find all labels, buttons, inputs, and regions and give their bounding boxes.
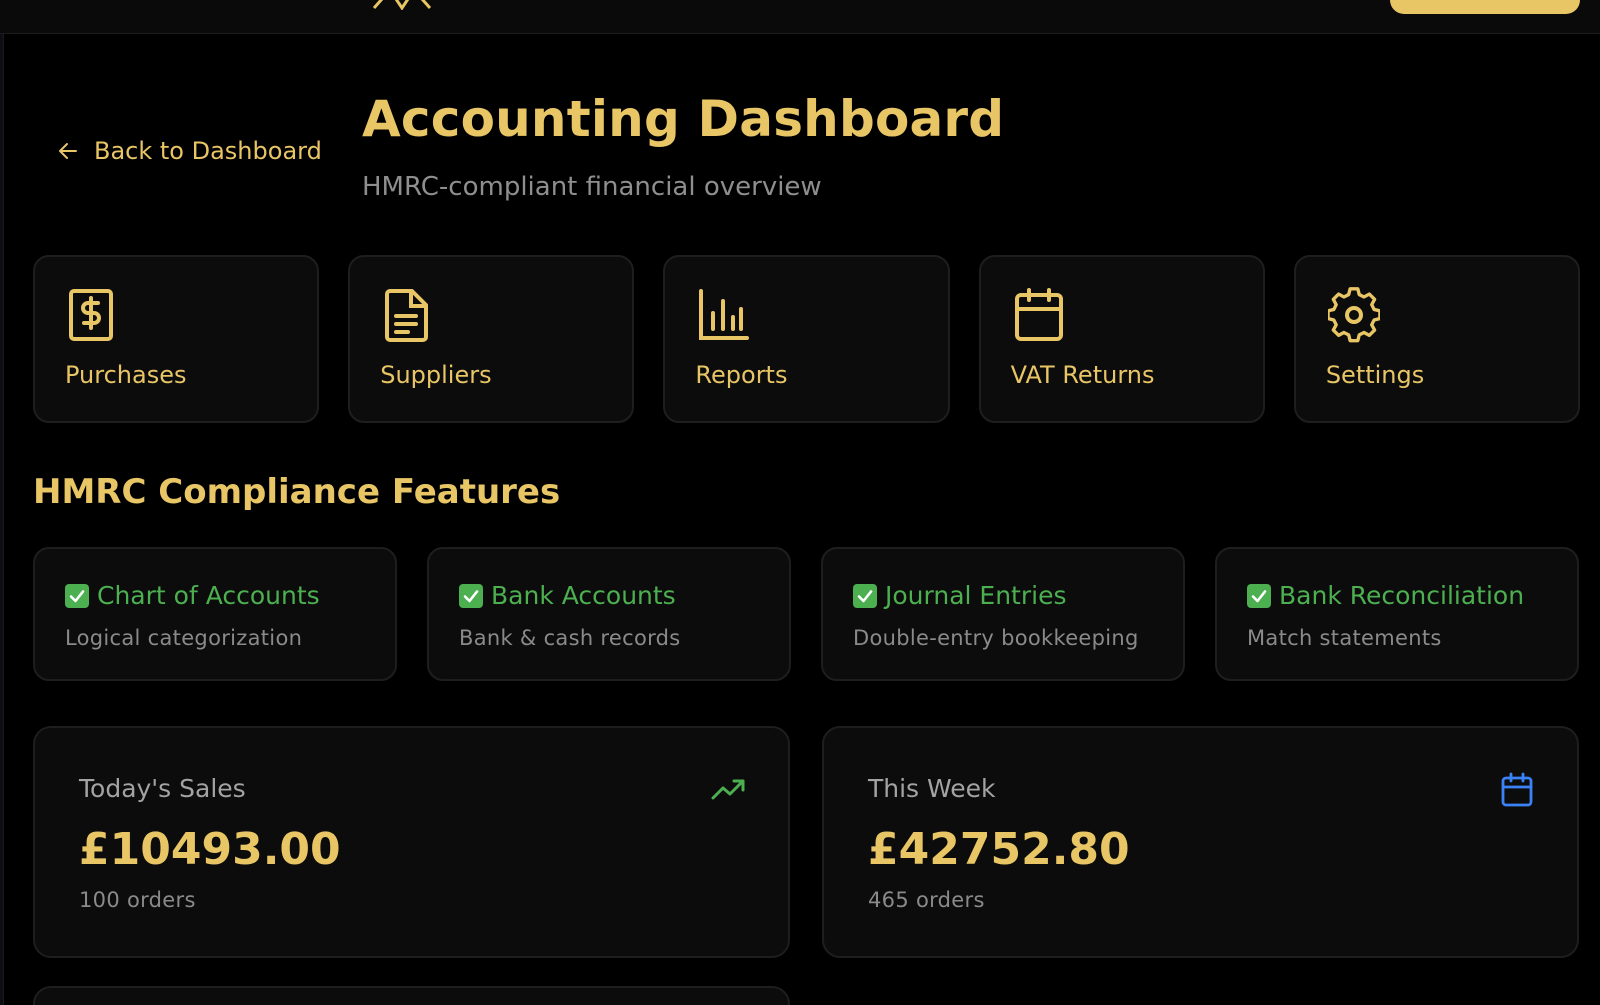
back-link-label: Back to Dashboard (94, 137, 322, 165)
tile-label: Settings (1325, 361, 1425, 389)
feature-title: Chart of Accounts (97, 581, 320, 610)
back-to-dashboard-link[interactable]: Back to Dashboard (56, 134, 322, 168)
tile-label: Suppliers (380, 361, 492, 389)
stat-value: £10493.00 (79, 824, 341, 875)
feature-title: Journal Entries (885, 581, 1067, 610)
window-edge (0, 34, 4, 1005)
checkmark-icon (65, 583, 89, 608)
trending-up-icon (710, 772, 746, 808)
tile-label: Purchases (65, 361, 187, 389)
feature-card-chart-of-accounts[interactable]: Chart of Accounts Logical categorization (33, 547, 397, 681)
checkmark-icon (853, 583, 877, 608)
feature-card-bank-accounts[interactable]: Bank Accounts Bank & cash records (427, 547, 791, 681)
feature-card-journal-entries[interactable]: Journal Entries Double-entry bookkeeping (821, 547, 1185, 681)
page-subtitle: HMRC-compliant financial overview (362, 172, 822, 202)
feature-title: Bank Reconciliation (1279, 581, 1525, 610)
tile-vat-returns[interactable]: VAT Returns (978, 255, 1265, 423)
stat-card-todays-sales: Today's Sales £10493.00 100 orders (33, 726, 790, 958)
feature-description: Logical categorization (65, 626, 303, 650)
gear-icon (1326, 287, 1382, 343)
stat-label: Today's Sales (79, 774, 246, 803)
checkmark-icon (1247, 583, 1271, 608)
stat-orders-count: 100 orders (79, 888, 196, 912)
quick-nav-tiles: Purchases Suppliers Reports VAT Returns … (33, 255, 1581, 423)
tile-reports[interactable]: Reports (663, 255, 950, 423)
arrow-left-icon (59, 143, 77, 159)
bar-chart-icon (697, 287, 750, 343)
feature-card-bank-reconciliation[interactable]: Bank Reconciliation Match statements (1215, 547, 1579, 681)
tile-suppliers[interactable]: Suppliers (348, 255, 635, 423)
sales-stats: Today's Sales £10493.00 100 orders This … (33, 726, 1580, 958)
stat-orders-count: 465 orders (868, 888, 985, 912)
tile-settings[interactable]: Settings (1293, 255, 1581, 423)
receipt-dollar-icon (67, 287, 119, 343)
feature-description: Bank & cash records (459, 626, 681, 650)
brand-logo-icon[interactable] (370, 0, 434, 10)
calendar-icon (1013, 287, 1065, 343)
tile-label: Reports (695, 361, 788, 389)
document-icon (382, 287, 434, 343)
stat-value: £42752.80 (868, 824, 1130, 875)
tile-label: VAT Returns (1010, 361, 1155, 389)
next-stat-card-partial (33, 986, 790, 1005)
compliance-section-title: HMRC Compliance Features (33, 472, 561, 512)
page-title: Accounting Dashboard (362, 90, 1005, 148)
stat-label: This Week (868, 774, 996, 803)
checkmark-icon (459, 583, 483, 608)
top-navigation-bar (0, 0, 1600, 34)
feature-description: Match statements (1247, 626, 1442, 650)
stat-card-this-week: This Week £42752.80 465 orders (822, 726, 1579, 958)
calendar-icon (1499, 772, 1535, 808)
top-action-button[interactable] (1390, 0, 1580, 14)
accounting-dashboard-page: Back to Dashboard Accounting Dashboard H… (0, 0, 1600, 1005)
tile-purchases[interactable]: Purchases (33, 255, 320, 423)
feature-title: Bank Accounts (491, 581, 676, 610)
compliance-features: Chart of Accounts Logical categorization… (33, 547, 1580, 681)
feature-description: Double-entry bookkeeping (853, 626, 1139, 650)
